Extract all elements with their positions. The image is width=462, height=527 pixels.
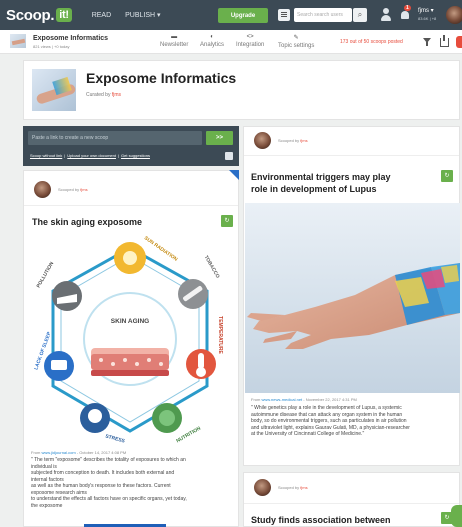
settings-icon: ✎: [293, 35, 299, 41]
scooped-by: Scooped by fjms: [278, 138, 308, 143]
topic-views: 821 views | +0 today: [33, 44, 70, 49]
user-stats: 83.6K | +8: [418, 16, 437, 21]
topic-header: Exposome Informatics Curated by fjms: [23, 60, 460, 120]
tab-newsletter[interactable]: ▬ Newsletter: [160, 34, 188, 48]
rescoop-button[interactable]: ↻: [221, 215, 233, 227]
tab-integration-label: Integration: [236, 42, 265, 48]
tab-analytics[interactable]: ◐ Analytics: [200, 34, 224, 48]
person-icon[interactable]: [380, 8, 392, 22]
scoop-card-association: Scooped by fjms Study finds association …: [243, 472, 460, 527]
analytics-icon: ◐: [210, 34, 214, 40]
logo-text: Scoop.: [6, 6, 55, 24]
scoop-excerpt: " The term "exposome" describes the tota…: [31, 457, 236, 509]
curated-by-label: Curated by: [86, 92, 111, 98]
tab-topic-settings-label: Topic settings: [278, 43, 315, 49]
blue-corner-flag: [223, 170, 239, 180]
create-scoop-box: Paste a link to create a new scoop >> Sc…: [23, 126, 239, 166]
center-label: SKIN AGING: [110, 318, 150, 325]
curator-link[interactable]: fjms: [80, 187, 87, 192]
scoop-title[interactable]: The skin aging exposome: [32, 216, 142, 228]
share-icon[interactable]: [440, 35, 449, 47]
scoop-card-skin-aging: Scooped by fjms The skin aging exposome …: [23, 170, 239, 527]
segment-temperature: TEMPERATURE: [216, 316, 223, 354]
scoop-card-lupus: Scooped by fjms Environmental triggers m…: [243, 126, 460, 466]
divider: [244, 503, 459, 504]
top-navigation-bar: Scoop. it! READ PUBLISH ▾ Upgrade Search…: [0, 0, 462, 30]
menu-icon[interactable]: [278, 9, 290, 21]
scoop-title[interactable]: Study finds association between: [251, 514, 391, 526]
scoop-options: Scoop without link | Upload your own docum…: [30, 153, 150, 158]
scoop-title-line: role in development of Lupus: [251, 184, 377, 194]
topic-title: Exposome Informatics: [86, 70, 237, 86]
topic-title-small[interactable]: Exposome Informatics: [33, 35, 108, 42]
rescoop-button[interactable]: ↻: [441, 170, 453, 182]
scoop-link-input[interactable]: Paste a link to create a new scoop: [28, 131, 202, 145]
nav-publish[interactable]: PUBLISH ▾: [125, 11, 160, 19]
green-edge-tab[interactable]: [451, 505, 462, 527]
get-suggestions-link[interactable]: Get suggestions: [121, 153, 150, 158]
scoop-without-link[interactable]: Scoop without link: [30, 153, 62, 158]
scooped-by-label: Scooped by: [58, 187, 80, 192]
scoops-posted-counter[interactable]: 173 out of 50 scoops posted: [340, 39, 403, 45]
source-link[interactable]: www.jidjournal.com: [41, 450, 75, 455]
curator-avatar[interactable]: [34, 181, 51, 198]
scooped-by: Scooped by fjms: [58, 187, 88, 192]
upgrade-button[interactable]: Upgrade: [218, 8, 268, 23]
user-name: fjms ▾: [418, 8, 434, 14]
search-input[interactable]: Search search users: [294, 8, 352, 22]
tab-integration[interactable]: <> Integration: [236, 34, 264, 48]
from-label: From: [251, 397, 261, 402]
tab-newsletter-label: Newsletter: [160, 42, 189, 48]
topic-cover-image: [32, 69, 76, 111]
post-date: - November 22, 2017 4:31 PM: [302, 397, 357, 402]
integration-icon: <>: [246, 34, 254, 40]
scooped-by-label: Scooped by: [278, 485, 300, 490]
upload-document-link[interactable]: Upload your own document: [67, 153, 116, 158]
user-menu[interactable]: fjms ▾ 83.6K | +8: [418, 8, 436, 22]
curator-avatar[interactable]: [254, 132, 271, 149]
excerpt-line: the exposome: [31, 502, 63, 509]
nav-read[interactable]: READ: [92, 12, 111, 19]
curated-by: Curated by fjms: [86, 92, 121, 98]
scoop-submit-button[interactable]: >>: [206, 131, 233, 145]
tab-analytics-label: Analytics: [200, 42, 225, 48]
notification-badge: 1: [404, 5, 411, 11]
logo-it-badge: it!: [56, 8, 72, 22]
source-line: From www.news-medical.net - November 22,…: [251, 397, 357, 402]
red-edge-tab[interactable]: [456, 36, 462, 48]
divider: [244, 155, 459, 156]
curator-link[interactable]: fjms: [300, 485, 307, 490]
source-line: From www.jidjournal.com - October 14, 20…: [31, 450, 126, 455]
post-date: - October 14, 2017 4:08 PM: [75, 450, 127, 455]
excerpt-line: at the University of Cincinnati College …: [251, 431, 365, 437]
scooped-by-label: Scooped by: [278, 138, 300, 143]
scooped-by: Scooped by fjms: [278, 485, 308, 490]
scoop-excerpt: " While genetics play a role in the deve…: [251, 405, 457, 438]
topic-thumbnail[interactable]: [10, 34, 26, 48]
tab-topic-settings[interactable]: ✎ Topic settings: [278, 34, 314, 49]
scoopit-logo[interactable]: Scoop. it!: [6, 7, 72, 24]
expand-icon[interactable]: [225, 152, 233, 160]
user-avatar[interactable]: [446, 6, 462, 24]
source-link[interactable]: www.news-medical.net: [261, 397, 302, 402]
scoop-title[interactable]: Environmental triggers may play role in …: [251, 171, 391, 195]
skin-aging-infographic[interactable]: SKIN AGING SUN RADIATION TOBACCO TEMPERA…: [29, 235, 232, 446]
lupus-arm-photo[interactable]: [245, 203, 460, 393]
filter-icon[interactable]: [423, 38, 431, 46]
scoop-title-line: Environmental triggers may play: [251, 172, 391, 182]
curator-link[interactable]: fjms: [112, 92, 121, 98]
curator-link[interactable]: fjms: [300, 138, 307, 143]
curator-avatar[interactable]: [254, 479, 271, 496]
from-label: From: [31, 450, 41, 455]
search-icon[interactable]: ⌕: [353, 8, 367, 22]
divider: [24, 205, 238, 206]
topic-toolbar: Exposome Informatics 821 views | +0 toda…: [0, 30, 462, 54]
newsletter-icon: ▬: [171, 34, 178, 40]
